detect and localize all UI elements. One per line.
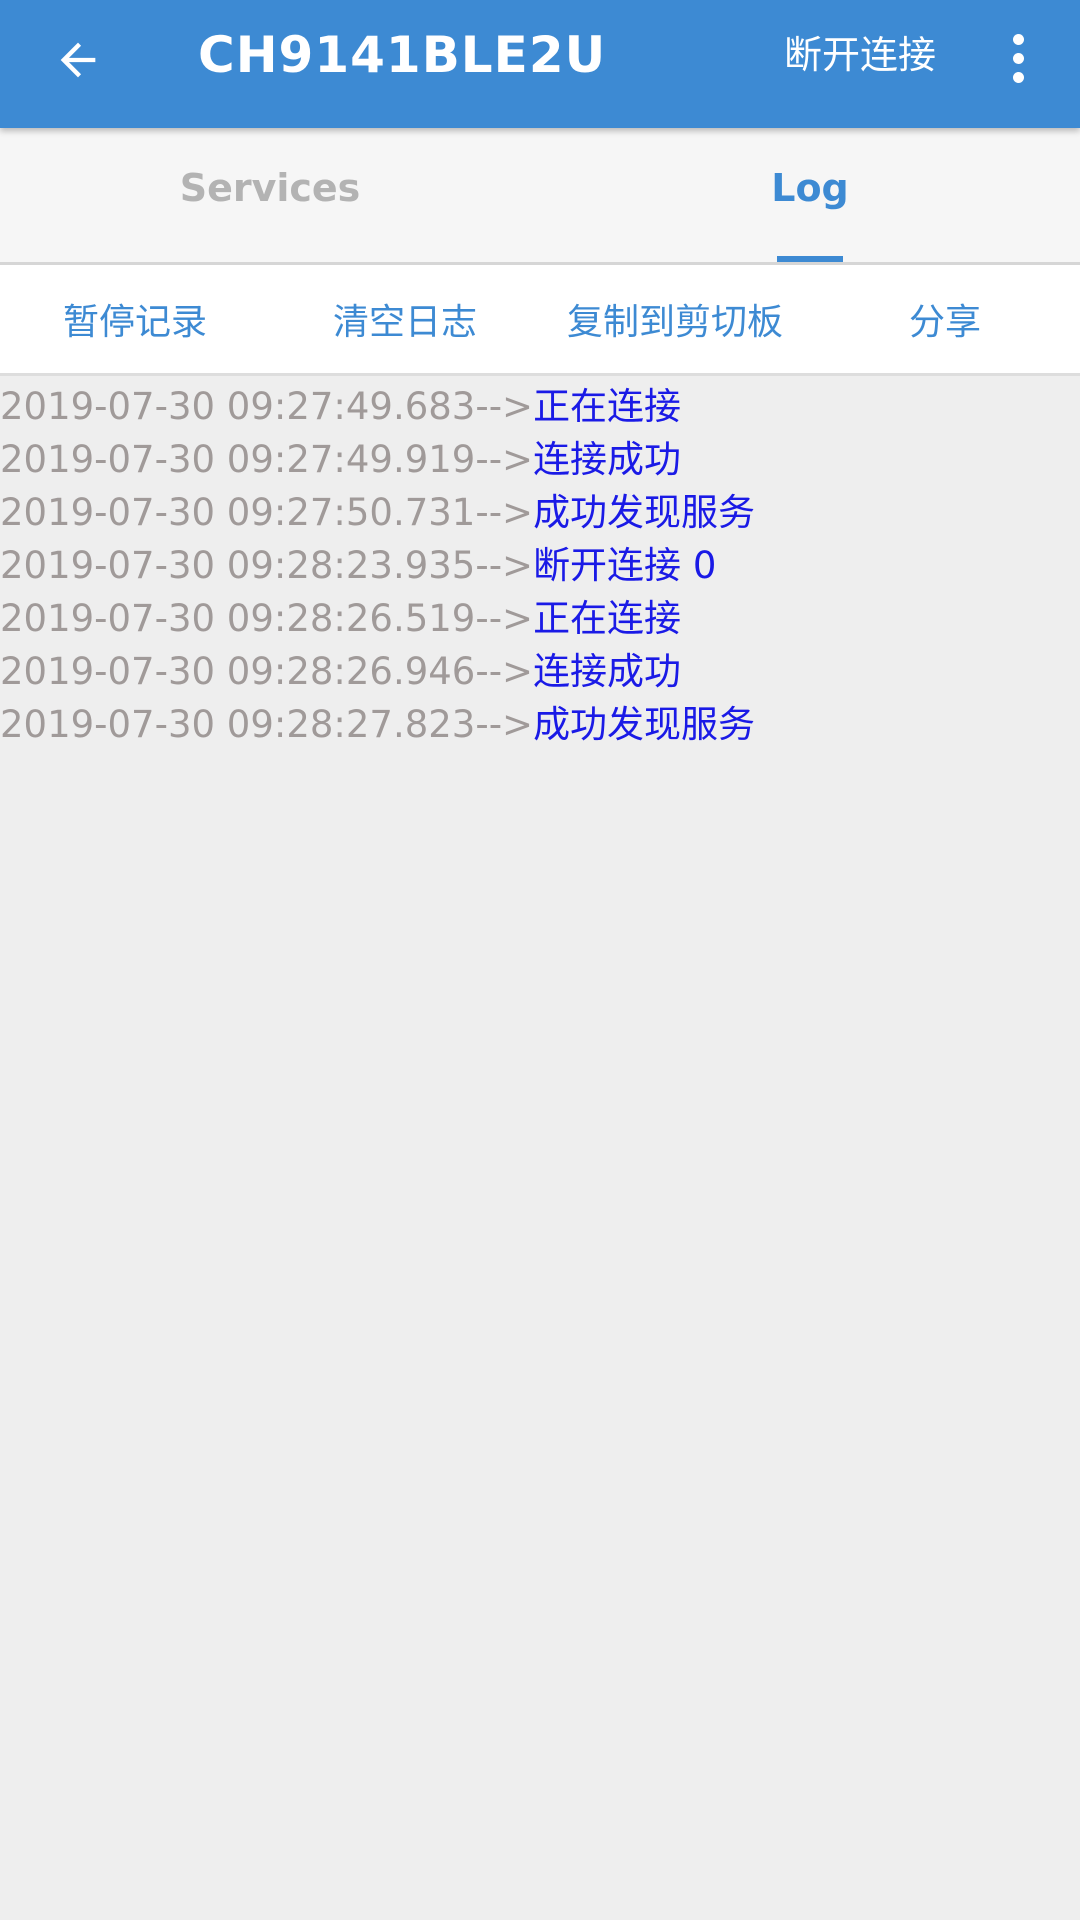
log-message: 成功发现服务	[533, 491, 756, 534]
clear-log-button[interactable]: 清空日志	[270, 265, 540, 373]
log-timestamp: 2019-07-30 09:28:26.946-->	[0, 650, 534, 693]
log-message: 成功发现服务	[533, 703, 756, 746]
tab-active-indicator	[777, 256, 843, 262]
share-button[interactable]: 分享	[810, 265, 1080, 373]
tab-services-label: Services	[179, 166, 361, 210]
disconnect-button[interactable]: 断开连接	[770, 24, 950, 86]
app-bar: CH9141BLE2U 断开连接	[0, 0, 1080, 128]
more-vertical-icon	[1012, 33, 1024, 45]
log-list[interactable]: 2019-07-30 09:27:49.683-->正在连接 2019-07-3…	[0, 380, 1080, 751]
log-timestamp: 2019-07-30 09:28:27.823-->	[0, 703, 534, 746]
log-timestamp: 2019-07-30 09:27:49.919-->	[0, 438, 534, 481]
more-vertical-icon-dot	[1012, 71, 1024, 83]
log-entry: 2019-07-30 09:27:49.919-->连接成功	[0, 433, 1080, 486]
log-timestamp: 2019-07-30 09:27:49.683-->	[0, 385, 534, 428]
log-timestamp: 2019-07-30 09:28:23.935-->	[0, 544, 534, 587]
tab-bar: Services Log	[0, 128, 1080, 265]
log-message: 断开连接 0	[533, 544, 717, 587]
log-entry: 2019-07-30 09:28:23.935-->断开连接 0	[0, 539, 1080, 592]
log-entry: 2019-07-30 09:28:26.519-->正在连接	[0, 592, 1080, 645]
tab-log-label: Log	[771, 166, 849, 210]
tab-services[interactable]: Services	[0, 128, 540, 262]
log-entry: 2019-07-30 09:27:50.731-->成功发现服务	[0, 486, 1080, 539]
arrow-left-icon	[60, 42, 96, 78]
log-message: 正在连接	[533, 597, 682, 640]
log-entry: 2019-07-30 09:27:49.683-->正在连接	[0, 380, 1080, 433]
log-action-bar: 暂停记录 清空日志 复制到剪切板 分享	[0, 265, 1080, 376]
log-message: 连接成功	[533, 650, 682, 693]
log-message: 连接成功	[533, 438, 682, 481]
log-timestamp: 2019-07-30 09:27:50.731-->	[0, 491, 534, 534]
back-button[interactable]	[38, 20, 118, 100]
log-entry: 2019-07-30 09:28:26.946-->连接成功	[0, 645, 1080, 698]
log-entry: 2019-07-30 09:28:27.823-->成功发现服务	[0, 698, 1080, 751]
copy-to-clipboard-button[interactable]: 复制到剪切板	[540, 265, 810, 373]
more-options-button[interactable]	[990, 18, 1046, 98]
log-timestamp: 2019-07-30 09:28:26.519-->	[0, 597, 534, 640]
more-vertical-icon-dot	[1012, 52, 1024, 64]
log-message: 正在连接	[533, 385, 682, 428]
tab-log[interactable]: Log	[540, 128, 1080, 262]
pause-recording-button[interactable]: 暂停记录	[0, 265, 270, 373]
page-title: CH9141BLE2U	[198, 26, 607, 84]
